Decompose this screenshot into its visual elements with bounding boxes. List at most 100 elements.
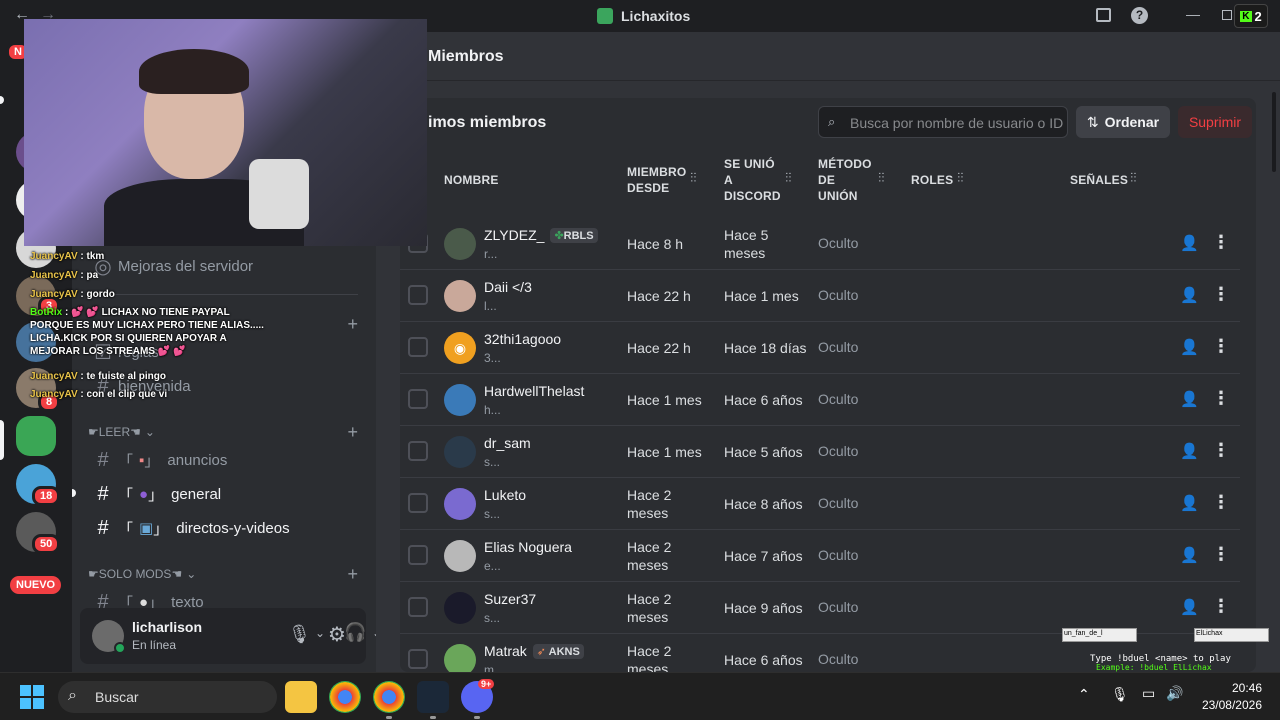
bracket-right: 」 bbox=[153, 520, 169, 538]
row-checkbox[interactable] bbox=[408, 389, 428, 409]
table-row[interactable]: ◉ 32thi1agooo 3... Hace 22 h Hace 18 día… bbox=[400, 322, 1240, 374]
user-roles-icon[interactable]: 👤 bbox=[1180, 286, 1200, 306]
table-row[interactable]: HardwellThelast h... Hace 1 mes Hace 6 a… bbox=[400, 374, 1240, 426]
delete-button[interactable]: Suprimir bbox=[1178, 106, 1252, 138]
col-header-roles[interactable]: ROLES bbox=[911, 172, 953, 188]
table-row[interactable]: Elias Noguera e... Hace 2 meses Hace 7 a… bbox=[400, 530, 1240, 582]
table-row[interactable]: Suzer37 s... Hace 2 meses Hace 9 años Oc… bbox=[400, 582, 1240, 634]
user-roles-icon[interactable]: 👤 bbox=[1180, 390, 1200, 410]
row-checkbox[interactable] bbox=[408, 597, 428, 617]
filter-icon[interactable]: ⫶⫶ bbox=[878, 170, 885, 186]
more-options-icon[interactable]: ⋮ bbox=[1212, 232, 1230, 254]
more-options-icon[interactable]: ⋮ bbox=[1212, 544, 1230, 566]
col-header-member-since[interactable]: MIEMBRO DESDE bbox=[627, 164, 686, 196]
more-options-icon[interactable]: ⋮ bbox=[1212, 388, 1230, 410]
chrome-profile-icon[interactable] bbox=[373, 681, 405, 713]
new-badge[interactable]: NUEVO bbox=[10, 576, 62, 594]
avatar[interactable] bbox=[444, 488, 476, 520]
user-roles-icon[interactable]: 👤 bbox=[1180, 234, 1200, 254]
filter-icon[interactable]: ⫶⫶ bbox=[690, 170, 697, 186]
chrome-icon[interactable] bbox=[329, 681, 361, 713]
avatar[interactable] bbox=[444, 280, 476, 312]
channel-anuncios[interactable]: # 「▪」 anuncios bbox=[88, 444, 227, 476]
file-explorer-icon[interactable] bbox=[285, 681, 317, 713]
avatar[interactable] bbox=[444, 228, 476, 260]
row-checkbox[interactable] bbox=[408, 337, 428, 357]
category-leer[interactable]: ☛LEER☚ ⌄ bbox=[88, 425, 155, 439]
row-checkbox[interactable] bbox=[408, 441, 428, 461]
avatar[interactable] bbox=[444, 436, 476, 468]
chevron-down-icon[interactable]: ⌄ bbox=[315, 626, 325, 640]
chat-username: JuancyAV bbox=[30, 289, 78, 300]
server-icon-small bbox=[597, 8, 613, 24]
filter-icon[interactable]: ⫶⫶ bbox=[1130, 170, 1137, 186]
row-checkbox[interactable] bbox=[408, 285, 428, 305]
help-icon[interactable]: ? bbox=[1131, 7, 1148, 24]
user-roles-icon[interactable]: 👤 bbox=[1180, 598, 1200, 618]
add-channel-icon[interactable]: + bbox=[347, 564, 358, 585]
col-header-signals[interactable]: SEÑALES bbox=[1070, 172, 1128, 188]
more-options-icon[interactable]: ⋮ bbox=[1212, 284, 1230, 306]
channel-general[interactable]: # 「 ●」 general bbox=[88, 478, 221, 510]
col-header-joined-discord[interactable]: SE UNIÓ A DISCORD bbox=[724, 156, 781, 204]
chevron-up-icon[interactable]: ⌃ bbox=[1078, 686, 1090, 703]
minimize-icon[interactable]: — bbox=[1186, 6, 1200, 22]
gear-icon[interactable]: ⚙ bbox=[328, 622, 346, 647]
discord-default-avatar-icon[interactable]: ◉ bbox=[444, 332, 476, 364]
search-input[interactable]: ⌕ Busca por nombre de usuario o ID bbox=[818, 106, 1068, 138]
inbox-icon[interactable] bbox=[1096, 8, 1111, 22]
more-options-icon[interactable]: ⋮ bbox=[1212, 492, 1230, 514]
bracket-right: 」 bbox=[144, 452, 160, 470]
headphones-icon[interactable]: 🎧 bbox=[344, 622, 366, 643]
row-checkbox[interactable] bbox=[408, 649, 428, 669]
table-row[interactable]: Daii </3 l... Hace 22 h Hace 1 mes Ocult… bbox=[400, 270, 1240, 322]
row-checkbox[interactable] bbox=[408, 545, 428, 565]
more-options-icon[interactable]: ⋮ bbox=[1212, 440, 1230, 462]
guild-tag-label: AKNS bbox=[548, 645, 580, 658]
user-roles-icon[interactable]: 👤 bbox=[1180, 546, 1200, 566]
category-solo-mods[interactable]: ☛SOLO MODS☚ ⌄ bbox=[88, 567, 196, 581]
bracket-left: 「 bbox=[118, 452, 134, 470]
add-channel-icon[interactable]: + bbox=[347, 314, 358, 335]
avatar[interactable] bbox=[444, 592, 476, 624]
col-header-join-method[interactable]: MÉTODO DE UNIÓN bbox=[818, 156, 872, 204]
scrollbar[interactable] bbox=[1272, 92, 1276, 172]
clock-date[interactable]: 23/08/2026 bbox=[1192, 698, 1262, 712]
table-row[interactable]: dr_sam s... Hace 1 mes Hace 5 años Ocult… bbox=[400, 426, 1240, 478]
more-options-icon[interactable]: ⋮ bbox=[1212, 596, 1230, 618]
sort-button[interactable]: ⇅ Ordenar bbox=[1076, 106, 1170, 138]
table-row[interactable]: ZLYDEZ_ ✤RBLS r... Hace 8 h Hace 5 meses … bbox=[400, 218, 1240, 270]
user-roles-icon[interactable]: 👤 bbox=[1180, 494, 1200, 514]
maximize-icon[interactable] bbox=[1222, 10, 1232, 20]
windows-start-icon[interactable] bbox=[20, 685, 44, 709]
col-header-name[interactable]: NOMBRE bbox=[444, 172, 499, 188]
clock-time[interactable]: 20:46 bbox=[1200, 681, 1262, 695]
network-icon[interactable]: ▭ bbox=[1142, 685, 1155, 702]
avatar[interactable] bbox=[444, 540, 476, 572]
join-method: Oculto bbox=[818, 287, 859, 303]
filter-icon[interactable]: ⫶⫶ bbox=[957, 170, 964, 186]
active-app-indicator bbox=[474, 716, 480, 719]
user-roles-icon[interactable]: 👤 bbox=[1180, 338, 1200, 358]
more-options-icon[interactable]: ⋮ bbox=[1212, 336, 1230, 358]
channel-directos-y-videos[interactable]: # 「 ▣」 directos-y-videos bbox=[88, 512, 289, 544]
server-icon-lichaxitos[interactable] bbox=[16, 416, 56, 456]
microphone-icon[interactable]: 🎙 bbox=[288, 624, 311, 645]
joined-discord: Hace 5 años bbox=[724, 444, 803, 460]
table-row[interactable]: Luketo s... Hace 2 meses Hace 8 años Ocu… bbox=[400, 478, 1240, 530]
user-roles-icon[interactable]: 👤 bbox=[1180, 442, 1200, 462]
row-checkbox[interactable] bbox=[408, 493, 428, 513]
add-channel-icon[interactable]: + bbox=[347, 422, 358, 443]
avatar[interactable] bbox=[444, 384, 476, 416]
filter-icon[interactable]: ⫶⫶ bbox=[785, 170, 792, 186]
member-subtext: s... bbox=[484, 507, 501, 521]
taskbar-search[interactable]: ⌕ Buscar bbox=[58, 681, 277, 713]
volume-icon[interactable]: 🔊 bbox=[1166, 685, 1183, 702]
steam-icon[interactable] bbox=[417, 681, 449, 713]
search-placeholder: Busca por nombre de usuario o ID bbox=[850, 115, 1064, 131]
join-method: Oculto bbox=[818, 547, 859, 563]
delete-label: Suprimir bbox=[1188, 114, 1242, 130]
joined-discord: Hace 18 días bbox=[724, 340, 807, 356]
search-icon: ⌕ bbox=[828, 114, 836, 129]
microphone-icon[interactable]: 🎙 bbox=[1111, 686, 1129, 703]
